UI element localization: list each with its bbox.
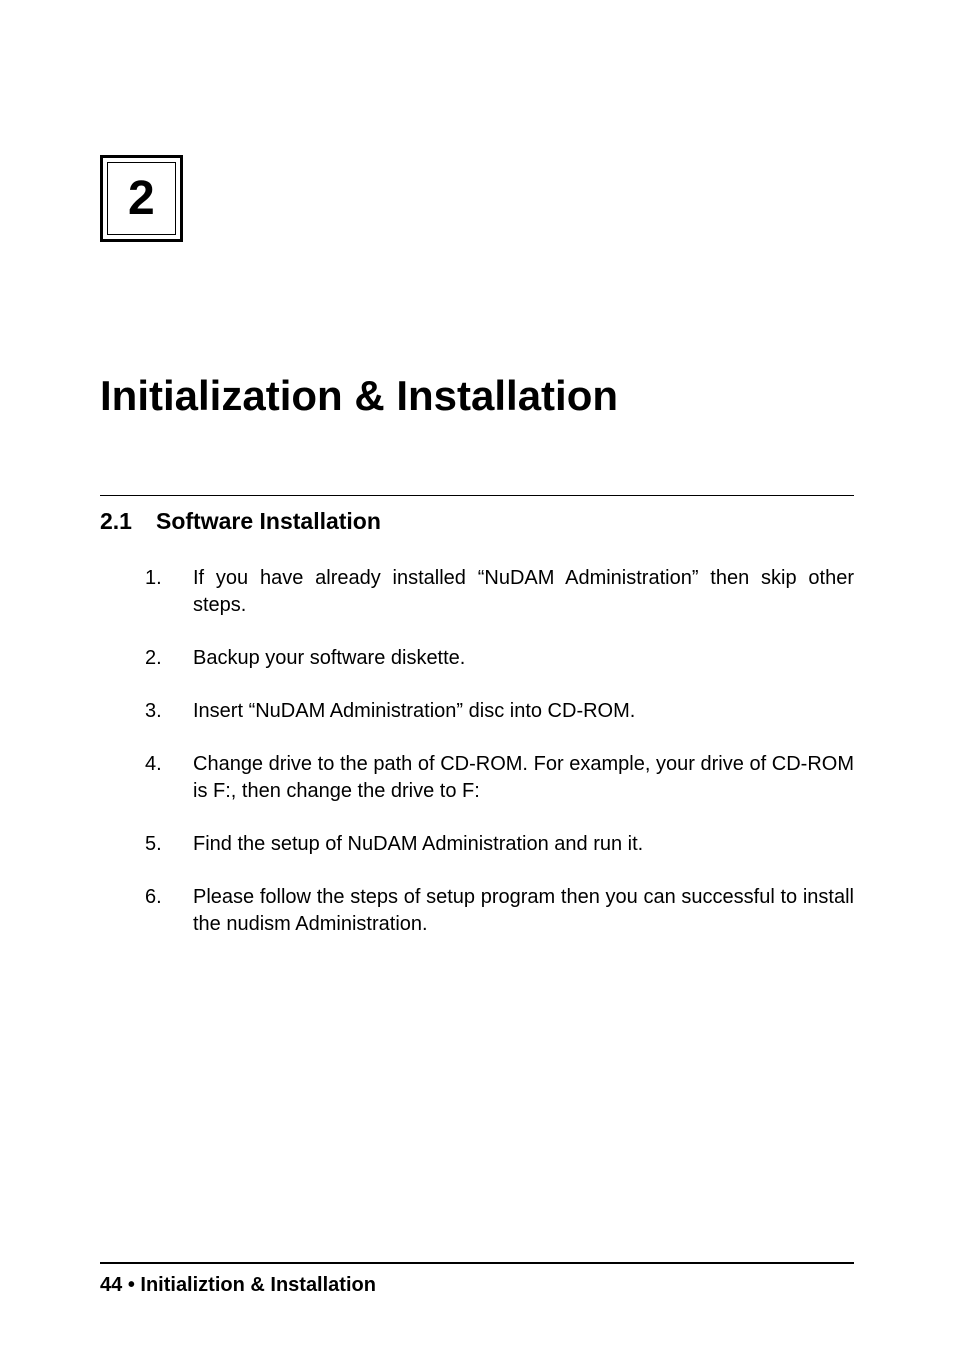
page-footer: 44 • Initializtion & Installation (100, 1262, 854, 1297)
step-text: Backup your software diskette. (193, 645, 854, 672)
page-number: 44 (100, 1274, 122, 1296)
step-number: 1. (145, 565, 193, 619)
section-number: 2.1 (100, 508, 132, 535)
chapter-number: 2 (128, 171, 155, 226)
footer-label: Initializtion & Installation (140, 1274, 376, 1296)
step-text: Insert “NuDAM Administration” disc into … (193, 698, 854, 725)
list-item: 1. If you have already installed “NuDAM … (145, 565, 854, 619)
step-number: 6. (145, 884, 193, 938)
step-text: Find the setup of NuDAM Administration a… (193, 831, 854, 858)
footer-divider (100, 1262, 854, 1264)
step-number: 3. (145, 698, 193, 725)
step-number: 4. (145, 751, 193, 805)
list-item: 2. Backup your software diskette. (145, 645, 854, 672)
step-number: 5. (145, 831, 193, 858)
list-item: 3. Insert “NuDAM Administration” disc in… (145, 698, 854, 725)
step-text: If you have already installed “NuDAM Adm… (193, 565, 854, 619)
section-title: Software Installation (156, 508, 381, 535)
list-item: 6. Please follow the steps of setup prog… (145, 884, 854, 938)
footer-text: 44 • Initializtion & Installation (100, 1274, 854, 1297)
list-item: 5. Find the setup of NuDAM Administratio… (145, 831, 854, 858)
chapter-title: Initialization & Installation (100, 372, 854, 420)
section-divider (100, 495, 854, 496)
footer-bullet: • (128, 1274, 135, 1296)
step-number: 2. (145, 645, 193, 672)
list-item: 4. Change drive to the path of CD-ROM. F… (145, 751, 854, 805)
chapter-number-box-inner: 2 (107, 162, 176, 235)
steps-list: 1. If you have already installed “NuDAM … (100, 565, 854, 938)
section-header: 2.1 Software Installation (100, 508, 854, 535)
step-text: Please follow the steps of setup program… (193, 884, 854, 938)
step-text: Change drive to the path of CD-ROM. For … (193, 751, 854, 805)
chapter-number-box: 2 (100, 155, 183, 242)
